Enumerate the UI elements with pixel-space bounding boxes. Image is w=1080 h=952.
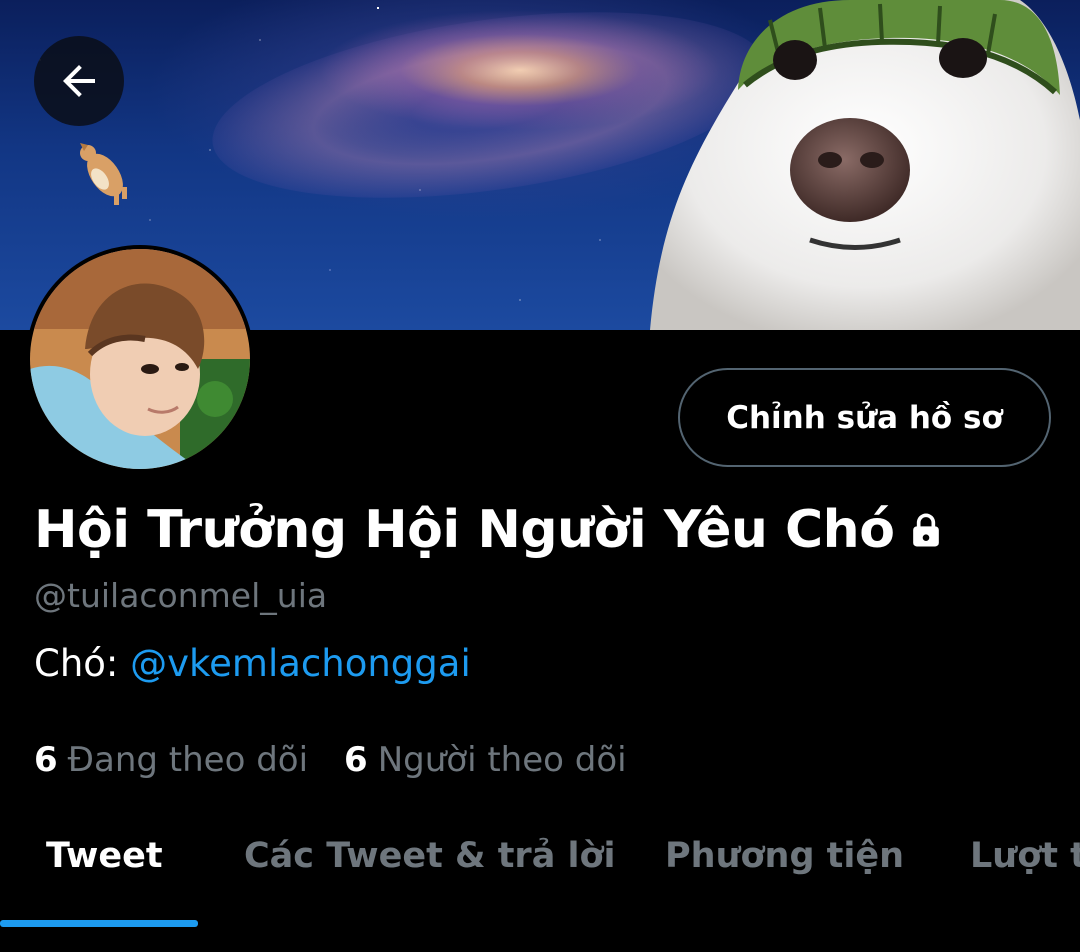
edit-profile-button[interactable]: Chỉnh sửa hồ sơ <box>678 368 1051 467</box>
bio-text: Chó: <box>34 642 131 685</box>
display-name-text: Hội Trưởng Hội Người Yêu Chó <box>34 500 895 560</box>
profile-handle: @tuilaconmel_uia <box>34 576 328 615</box>
lock-icon <box>904 508 948 552</box>
tab-likes[interactable]: Lượt thích <box>970 836 1080 876</box>
tab-media[interactable]: Phương tiện <box>665 836 904 876</box>
back-button[interactable] <box>34 36 124 126</box>
banner-dog-image <box>650 0 1080 330</box>
tab-tweets-and-replies[interactable]: Các Tweet & trả lời <box>244 836 616 876</box>
arrow-left-icon <box>63 65 95 97</box>
profile-avatar[interactable] <box>26 245 254 473</box>
following-count: 6 <box>34 740 58 780</box>
following-label: Đang theo dõi <box>67 740 309 780</box>
banner-corgi-image <box>80 143 127 205</box>
profile-tabs: Tweet Các Tweet & trả lời Phương tiện Lư… <box>0 808 1080 952</box>
profile-stats: 6 Đang theo dõi 6 Người theo dõi <box>34 740 627 780</box>
profile-bio: Chó: @vkemlachonggai <box>34 642 471 685</box>
following-link[interactable]: 6 Đang theo dõi <box>34 740 308 780</box>
followers-link[interactable]: 6 Người theo dõi <box>344 740 627 780</box>
profile-display-name: Hội Trưởng Hội Người Yêu Chó <box>34 500 948 560</box>
followers-label: Người theo dõi <box>377 740 627 780</box>
profile-page: Chỉnh sửa hồ sơ Hội Trưởng Hội Người Yêu… <box>0 0 1080 952</box>
bio-mention-link[interactable]: @vkemlachonggai <box>130 642 471 685</box>
tab-tweets[interactable]: Tweet <box>46 836 163 876</box>
active-tab-indicator <box>0 920 198 927</box>
edit-profile-label: Chỉnh sửa hồ sơ <box>726 399 1003 436</box>
avatar-photo <box>30 249 250 469</box>
followers-count: 6 <box>344 740 368 780</box>
